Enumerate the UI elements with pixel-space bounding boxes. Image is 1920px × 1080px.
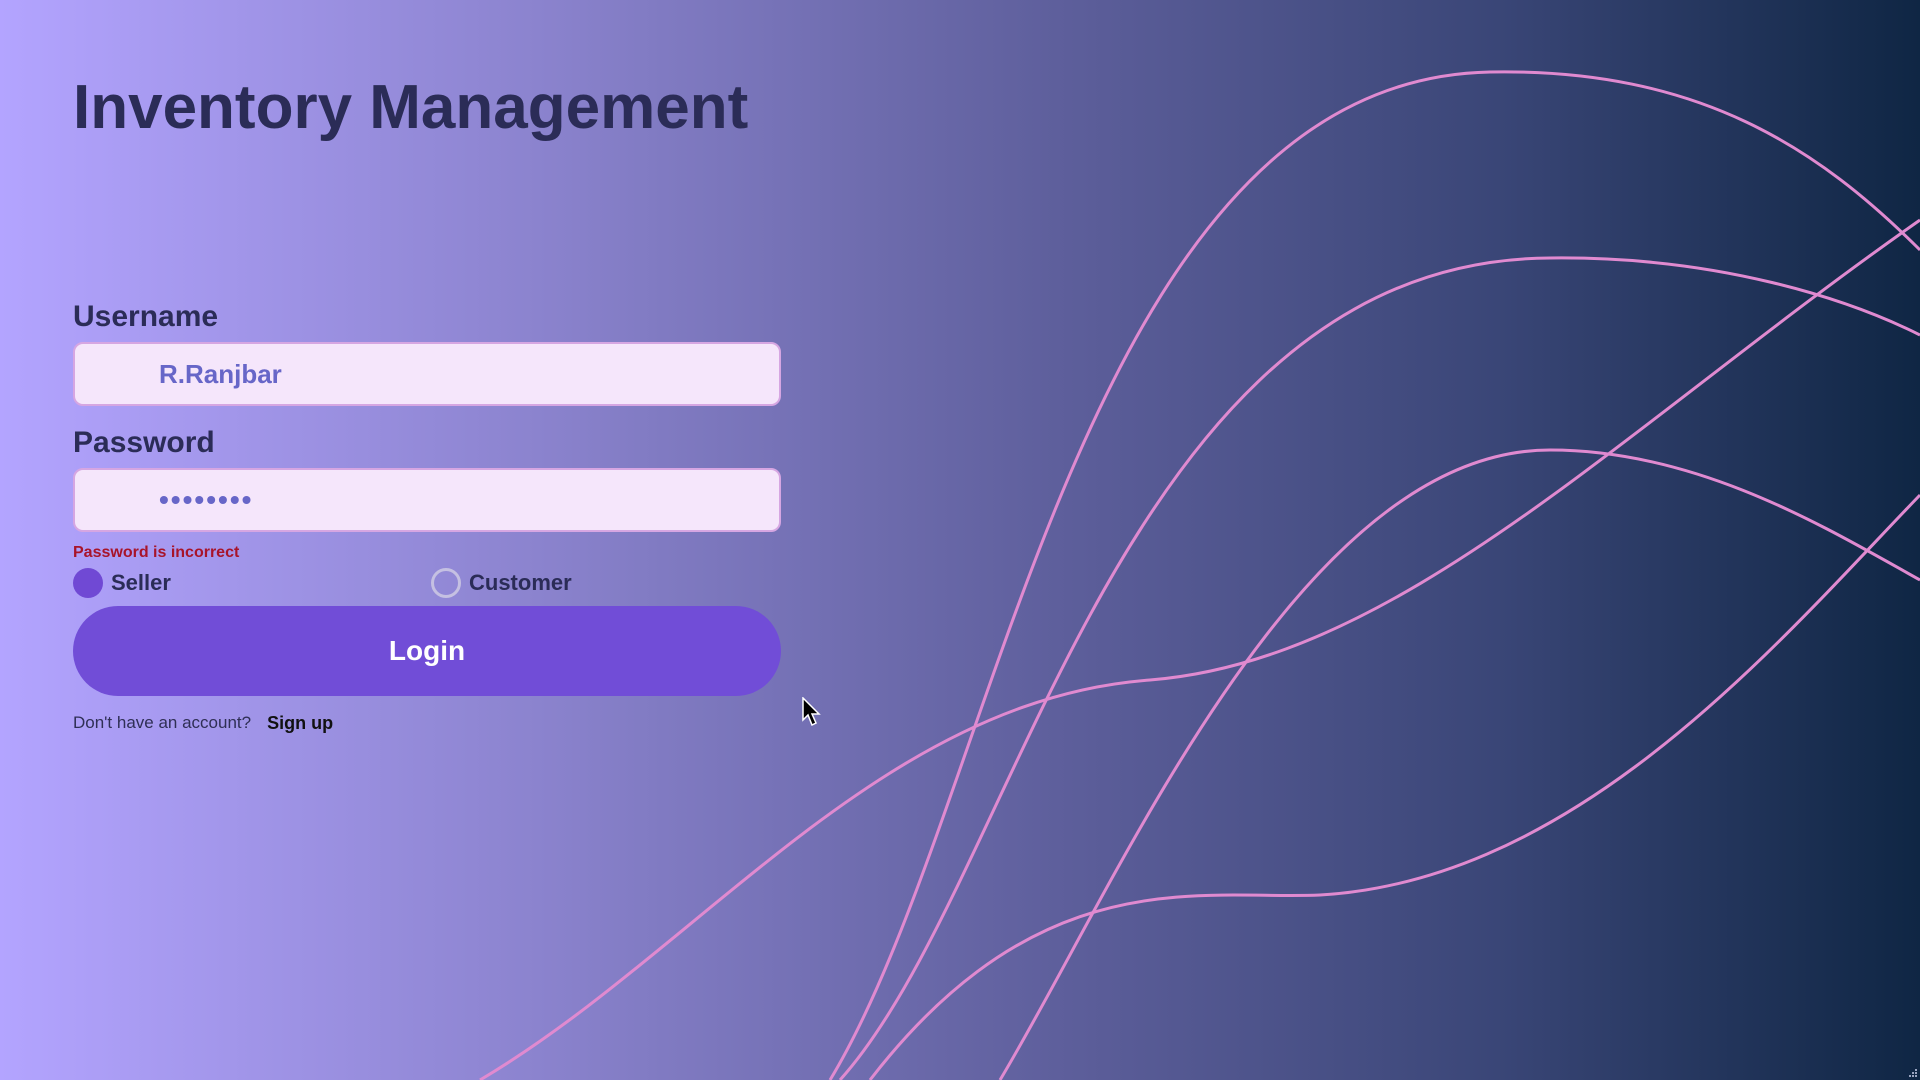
wave-line: [998, 448, 1920, 1080]
password-input[interactable]: [73, 468, 781, 532]
username-input[interactable]: [73, 342, 781, 406]
username-label: Username: [73, 300, 219, 333]
customer-radio[interactable]: Customer: [431, 568, 572, 598]
password-error-message: Password is incorrect: [73, 544, 240, 561]
page-title: Inventory Management: [73, 73, 749, 142]
resize-grip-icon[interactable]: [1906, 1066, 1918, 1078]
role-selector: Seller Customer: [73, 568, 781, 604]
login-form: Username Password Password is incorrect …: [73, 296, 781, 736]
wave-line: [868, 493, 1920, 1080]
login-button[interactable]: Login: [73, 606, 781, 696]
radio-unselected-icon: [431, 568, 461, 598]
mouse-pointer-icon: [802, 697, 821, 727]
seller-radio[interactable]: Seller: [73, 568, 171, 598]
signup-link[interactable]: Sign up: [267, 713, 333, 734]
customer-radio-label: Customer: [469, 570, 572, 595]
wave-line: [828, 70, 1920, 1080]
seller-radio-label: Seller: [111, 570, 171, 595]
signup-row: Don't have an account? Sign up: [73, 710, 781, 736]
wave-line: [838, 256, 1920, 1080]
signup-prompt: Don't have an account?: [73, 713, 252, 732]
password-label: Password: [73, 426, 215, 459]
radio-selected-icon: [73, 568, 103, 598]
